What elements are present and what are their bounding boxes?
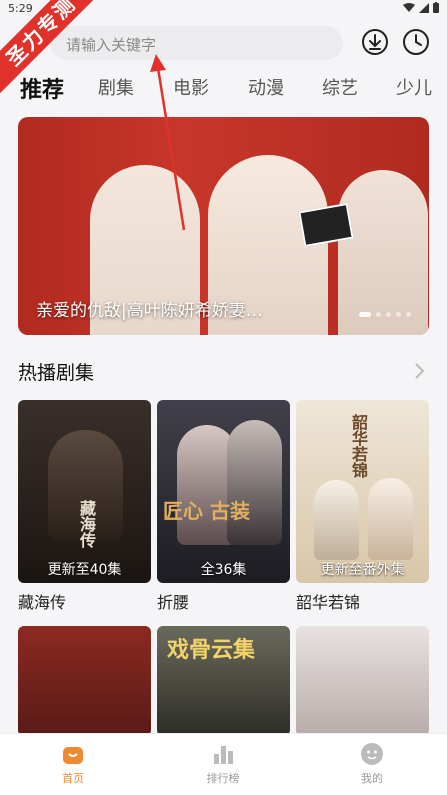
- download-icon: [362, 29, 388, 55]
- nav-label: 首页: [62, 772, 84, 785]
- show-card[interactable]: 藏海传 更新至40集 藏海传: [18, 400, 151, 613]
- section-more-button[interactable]: [409, 360, 429, 382]
- banner-dot: [359, 312, 371, 317]
- banner-dot: [386, 312, 391, 317]
- show-poster: 藏海传 更新至40集: [18, 400, 151, 583]
- show-card[interactable]: 戏骨云集: [157, 626, 290, 736]
- show-poster: 戏骨云集: [157, 626, 290, 736]
- tab-movies[interactable]: 电影: [173, 74, 209, 100]
- show-poster: [18, 626, 151, 736]
- nav-home[interactable]: 首页: [33, 742, 113, 786]
- show-title: 藏海传: [18, 593, 67, 612]
- show-card[interactable]: 韶华若锦 更新至番外集 韶华若锦: [296, 400, 429, 613]
- poster-figure: [368, 478, 413, 560]
- banner-dot: [396, 312, 401, 317]
- nav-profile[interactable]: 我的: [332, 742, 412, 786]
- section-title: 热播剧集: [18, 362, 95, 384]
- tab-anime[interactable]: 动漫: [248, 74, 284, 100]
- bottom-navigation: 首页 排行榜 我的: [0, 733, 447, 795]
- battery-icon: [433, 2, 439, 13]
- show-poster: [296, 626, 429, 736]
- home-icon: [63, 747, 83, 764]
- search-bar[interactable]: 请输入关键字: [50, 26, 343, 60]
- tab-variety[interactable]: 综艺: [322, 74, 358, 100]
- episode-caption: 更新至番外集: [320, 562, 405, 578]
- nav-label: 我的: [361, 772, 383, 785]
- ranking-icon: [214, 746, 233, 764]
- history-button[interactable]: [402, 28, 430, 56]
- clock-icon: [403, 29, 429, 55]
- tab-kids[interactable]: 少儿: [396, 74, 432, 100]
- search-placeholder: 请输入关键字: [66, 36, 157, 54]
- show-title: 韶华若锦: [296, 593, 361, 612]
- category-tabs: 推荐 剧集 电影 动漫 综艺 少儿: [0, 68, 447, 108]
- show-card[interactable]: [18, 626, 151, 736]
- poster-title-art: 戏骨云集: [167, 638, 256, 663]
- poster-title-art: 韶华若锦: [349, 414, 368, 478]
- signal-icon: [419, 2, 429, 13]
- episode-caption: 更新至40集: [47, 562, 122, 578]
- hot-series-header: 热播剧集: [18, 358, 429, 386]
- show-title: 折腰: [157, 593, 190, 612]
- poster-figure: [314, 480, 359, 560]
- episode-caption: 全36集: [200, 562, 247, 578]
- show-poster: 匠心 古装 全36集: [157, 400, 290, 583]
- banner-title: 亲爱的仇敌|高叶陈妍希娇妻…: [36, 301, 263, 321]
- banner-pagination: [359, 312, 411, 317]
- profile-icon: [361, 743, 383, 765]
- show-poster: 韶华若锦 更新至番外集: [296, 400, 429, 583]
- nav-ranking[interactable]: 排行榜: [183, 742, 263, 786]
- nav-label: 排行榜: [206, 772, 240, 785]
- download-button[interactable]: [361, 28, 389, 56]
- wifi-icon: [403, 2, 415, 12]
- featured-banner[interactable]: 亲爱的仇敌|高叶陈妍希娇妻…: [18, 117, 429, 335]
- show-card[interactable]: 匠心 古装 全36集 折腰: [157, 400, 290, 613]
- poster-figure: [227, 420, 282, 545]
- banner-dot: [376, 312, 381, 317]
- show-card[interactable]: [296, 626, 429, 736]
- status-icons: [403, 2, 439, 13]
- tab-recommend[interactable]: 推荐: [20, 72, 64, 104]
- poster-title-art: 藏海传: [77, 500, 96, 548]
- chevron-right-icon: [415, 363, 425, 379]
- banner-dot: [406, 312, 411, 317]
- poster-title-art: 匠心 古装: [163, 499, 250, 523]
- status-time: 5:29: [8, 2, 33, 15]
- banner-figure: [338, 170, 428, 335]
- tab-series[interactable]: 剧集: [98, 74, 134, 100]
